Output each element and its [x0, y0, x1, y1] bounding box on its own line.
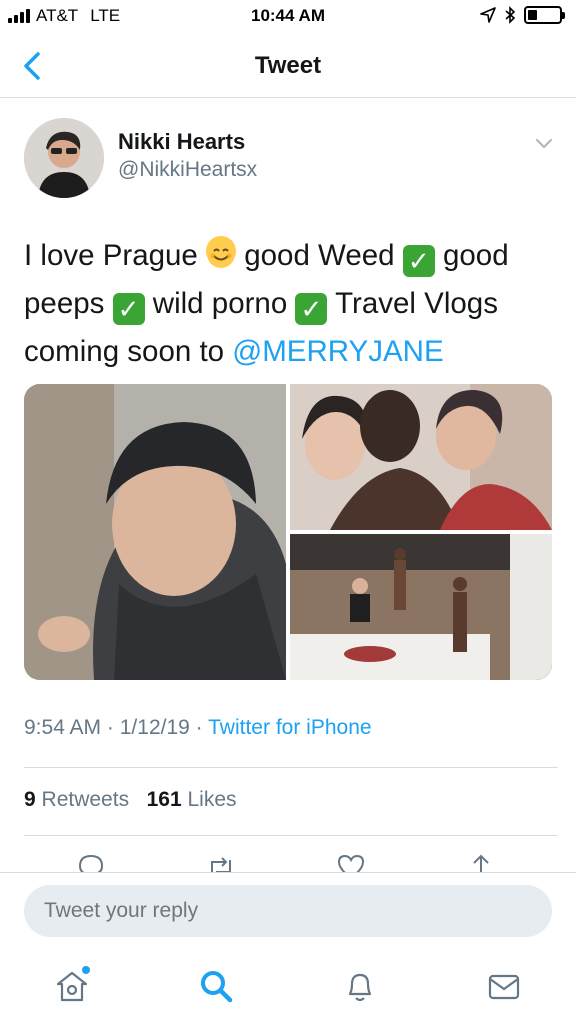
- divider: [24, 835, 558, 836]
- tweet-options-button[interactable]: [534, 136, 554, 152]
- page-title: Tweet: [254, 52, 322, 79]
- status-bar: AT&T LTE 10:44 AM: [0, 0, 576, 34]
- share-button[interactable]: [466, 852, 496, 872]
- smiling-face-emoji: [206, 236, 237, 268]
- new-content-dot: [82, 966, 90, 974]
- like-button[interactable]: [336, 852, 366, 872]
- reply-button[interactable]: [76, 852, 106, 872]
- mention-link[interactable]: @MERRYJANE: [232, 335, 443, 368]
- user-handle[interactable]: @NikkiHeartsx: [118, 158, 257, 182]
- check-mark-emoji: ✓: [112, 293, 145, 325]
- display-name[interactable]: Nikki Hearts: [118, 129, 245, 155]
- media-grid: [24, 384, 552, 680]
- check-mark-emoji: ✓: [295, 293, 328, 325]
- reply-icon: [78, 854, 104, 872]
- tweet-date: 1/12/19: [119, 716, 190, 739]
- tab-bar: [0, 952, 576, 1024]
- tweet-text-part: I love Prague: [24, 239, 207, 272]
- chevron-down-icon: [536, 139, 552, 148]
- tweet-meta: 9:54 AM · 1/12/19 · Twitter for iPhone: [24, 716, 372, 740]
- retweet-button[interactable]: [206, 852, 236, 872]
- tab-messages[interactable]: [484, 966, 524, 1006]
- search-icon: [201, 971, 233, 1003]
- retweet-icon: [211, 857, 231, 872]
- tweet-text-part: wild porno: [144, 287, 296, 320]
- meta-separator: ·: [195, 716, 203, 739]
- check-mark-emoji: ✓: [402, 245, 435, 277]
- avatar[interactable]: [24, 118, 104, 198]
- reply-bar: [0, 872, 576, 952]
- reply-input[interactable]: [24, 885, 552, 937]
- retweets-label: Retweets: [41, 788, 130, 811]
- share-icon: [470, 854, 492, 872]
- tweet-photo-1[interactable]: [24, 384, 286, 680]
- tab-home[interactable]: [52, 966, 92, 1006]
- mail-icon: [488, 974, 520, 1000]
- tweet-text: I love Prague good Weed ✓ good peeps ✓ w…: [24, 232, 554, 376]
- tweet-source-link[interactable]: Twitter for iPhone: [208, 716, 371, 739]
- tweet-text-part: good Weed: [236, 239, 403, 272]
- tweet-time: 9:54 AM: [24, 716, 102, 739]
- retweets-count: 9: [24, 788, 36, 811]
- divider: [24, 767, 558, 768]
- likes-count: 161: [146, 788, 182, 811]
- nav-bar: Tweet: [0, 34, 576, 98]
- bell-icon: [348, 973, 372, 1002]
- likes-label: Likes: [187, 788, 237, 811]
- tweet-actions: [0, 848, 576, 872]
- battery-icon: [524, 6, 565, 24]
- status-right: [480, 6, 565, 24]
- tweet-photo-3[interactable]: [290, 534, 552, 680]
- tweet-stats: 9 Retweets 161 Likes: [24, 788, 237, 812]
- avatar-image: [24, 118, 104, 198]
- meta-separator: ·: [106, 716, 114, 739]
- bluetooth-icon: [505, 6, 516, 24]
- location-icon: [480, 7, 496, 23]
- likes-stat[interactable]: 161 Likes: [147, 788, 237, 811]
- tab-search[interactable]: [196, 966, 236, 1006]
- retweets-stat[interactable]: 9 Retweets: [24, 788, 129, 811]
- tab-notifications[interactable]: [340, 966, 380, 1006]
- heart-icon: [337, 854, 365, 872]
- tweet-photo-2[interactable]: [290, 384, 552, 530]
